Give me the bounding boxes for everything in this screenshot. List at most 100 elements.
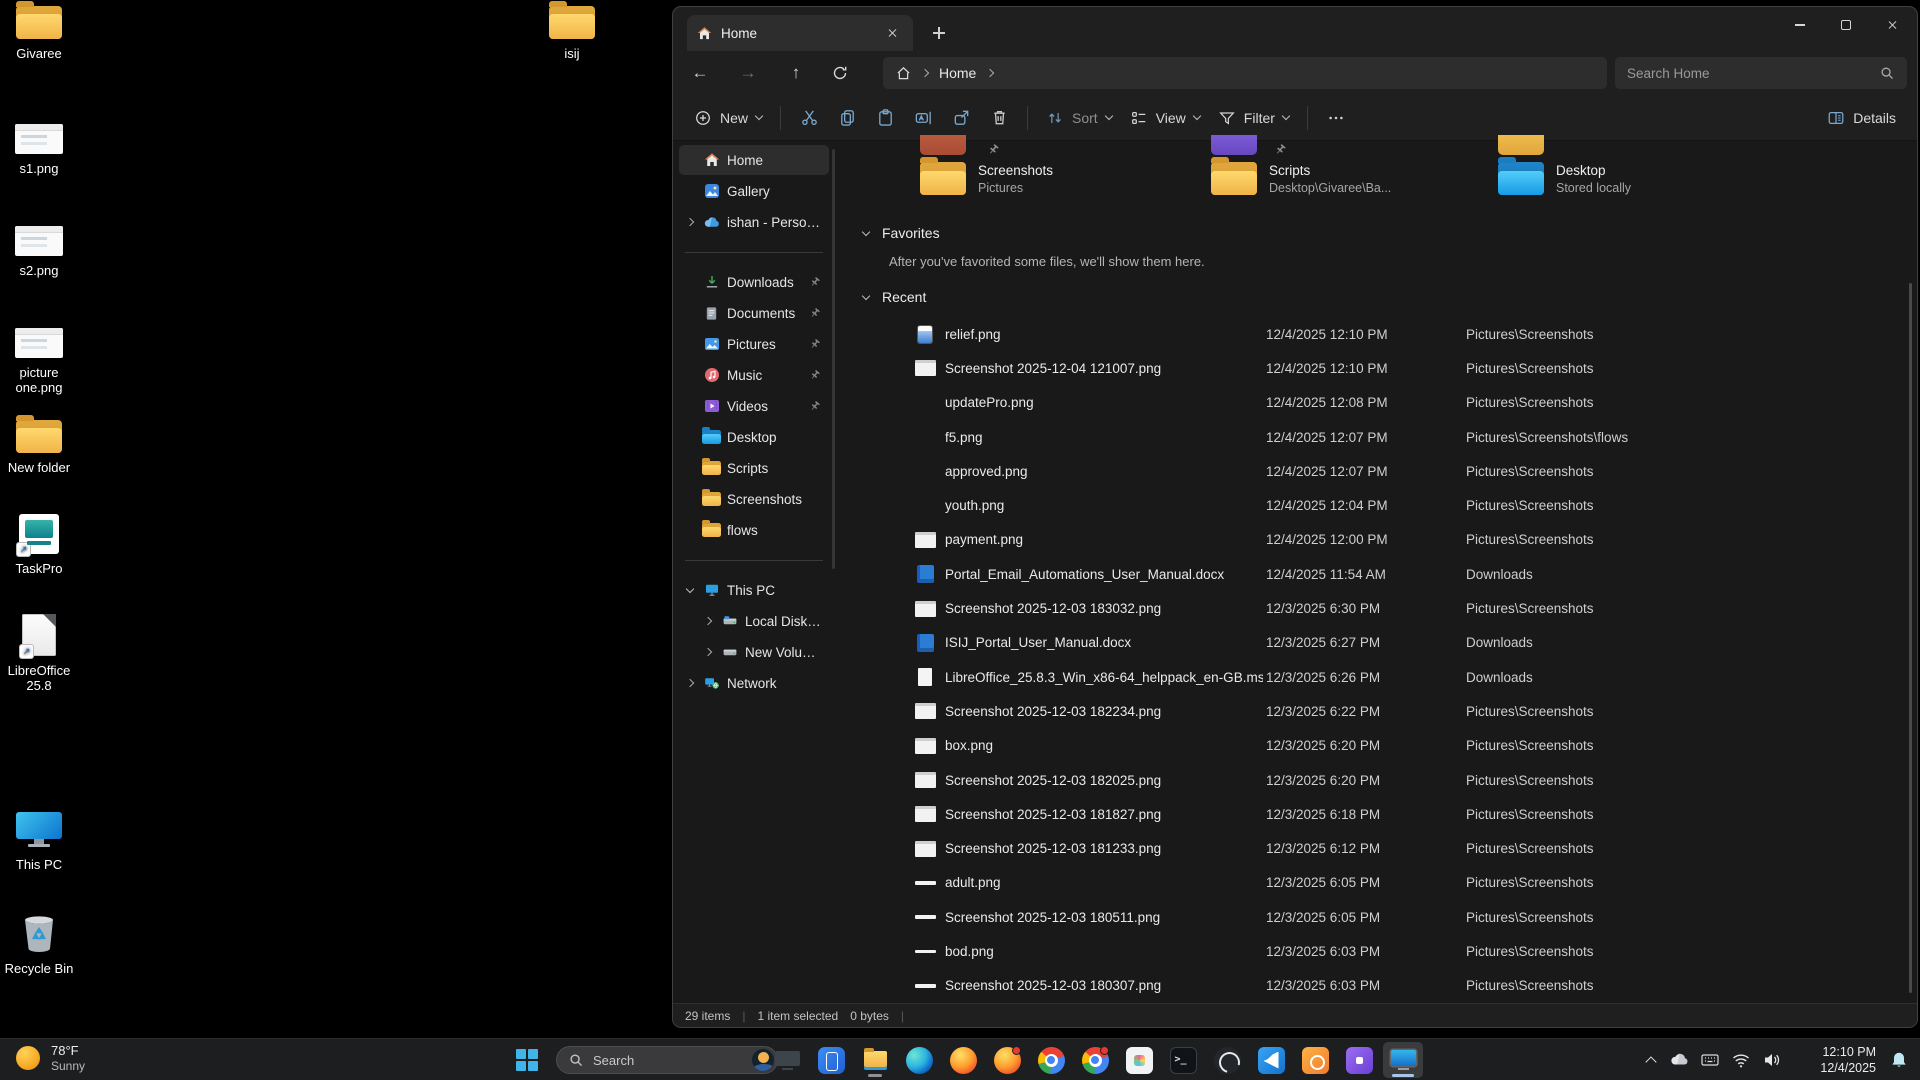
quick-access-tile-scripts[interactable]: Scripts Desktop\Givaree\Ba... [1211, 162, 1491, 195]
taskbar-app-purple[interactable] [1339, 1042, 1379, 1078]
file-row[interactable]: Portal_Email_Automations_User_Manual.doc… [835, 557, 1917, 591]
taskbar-app-terminal[interactable] [1163, 1042, 1203, 1078]
volume-icon[interactable] [1756, 1042, 1788, 1078]
file-row[interactable]: Screenshot 2025-12-03 180307.png 12/3/20… [835, 969, 1917, 1003]
sidebar-item-pictures[interactable]: Pictures [679, 329, 829, 359]
details-pane-button[interactable]: Details [1818, 103, 1905, 133]
taskbar-app-edge[interactable] [899, 1042, 939, 1078]
taskbar-app-orange[interactable] [1295, 1042, 1335, 1078]
sidebar-item-downloads[interactable]: Downloads [679, 267, 829, 297]
desktop-icon-isij[interactable]: isij [533, 6, 611, 61]
address-bar[interactable]: Home [883, 57, 1607, 89]
more-options-button[interactable] [1317, 101, 1355, 135]
desktop-icon-this-pc[interactable]: This PC [0, 812, 78, 872]
sidebar-item-local-disk-c[interactable]: Local Disk (C:) [697, 606, 829, 636]
file-row[interactable]: Screenshot 2025-12-03 180511.png 12/3/20… [835, 900, 1917, 934]
sidebar-item-home[interactable]: Home [679, 145, 829, 175]
desktop-icon-picture-one[interactable]: picture one.png [0, 328, 78, 396]
sidebar-item-flows[interactable]: flows [679, 515, 829, 545]
desktop-icon-taskpro[interactable]: TaskPro [0, 514, 78, 576]
weather-widget[interactable]: 78°F Sunny [16, 1043, 85, 1073]
taskbar-app-file-explorer[interactable] [855, 1042, 895, 1078]
file-row[interactable]: ISIJ_Portal_User_Manual.docx 12/3/2025 6… [835, 626, 1917, 660]
onedrive-tray-icon[interactable] [1664, 1042, 1694, 1078]
taskbar-search[interactable]: Search [556, 1046, 778, 1074]
pinned-folder-partial[interactable] [920, 135, 966, 155]
close-button[interactable] [1869, 7, 1915, 43]
touch-keyboard-icon[interactable] [1694, 1042, 1726, 1078]
file-row[interactable]: Screenshot 2025-12-03 182234.png 12/3/20… [835, 694, 1917, 728]
tab-close-icon[interactable] [881, 22, 903, 44]
start-button[interactable] [506, 1042, 548, 1078]
file-row[interactable]: LibreOffice_25.8.3_Win_x86-64_helppack_e… [835, 660, 1917, 694]
new-tab-button[interactable] [927, 21, 951, 45]
minimize-button[interactable] [1777, 7, 1823, 43]
titlebar[interactable]: Home [673, 7, 1917, 51]
file-row[interactable]: adult.png 12/3/2025 6:05 PM Pictures\Scr… [835, 866, 1917, 900]
content-scrollbar[interactable] [1909, 283, 1912, 993]
filter-button[interactable]: Filter [1209, 103, 1298, 133]
file-row[interactable]: Screenshot 2025-12-03 181233.png 12/3/20… [835, 831, 1917, 865]
file-row[interactable]: relief.png 12/4/2025 12:10 PM Pictures\S… [835, 317, 1917, 351]
file-row[interactable]: Screenshot 2025-12-03 181827.png 12/3/20… [835, 797, 1917, 831]
file-row[interactable]: Screenshot 2025-12-03 182025.png 12/3/20… [835, 763, 1917, 797]
file-row[interactable]: f5.png 12/4/2025 12:07 PM Pictures\Scree… [835, 420, 1917, 454]
desktop-icon-givaree[interactable]: Givaree [0, 6, 78, 61]
file-row[interactable]: youth.png 12/4/2025 12:04 PM Pictures\Sc… [835, 488, 1917, 522]
pinned-folder-partial[interactable] [1211, 135, 1257, 155]
search-box[interactable] [1615, 57, 1907, 89]
taskbar-app-photos[interactable] [1119, 1042, 1159, 1078]
wifi-icon[interactable] [1726, 1042, 1756, 1078]
refresh-button[interactable] [825, 58, 855, 88]
sidebar-item-gallery[interactable]: Gallery [679, 176, 829, 206]
copy-button[interactable] [828, 101, 866, 135]
search-icon[interactable] [1880, 66, 1895, 81]
breadcrumb-home-icon[interactable] [896, 66, 911, 81]
sidebar-item-new-volume-d[interactable]: New Volume (D:) [697, 637, 829, 667]
new-button[interactable]: New [685, 103, 771, 133]
desktop-icon-recycle-bin[interactable]: Recycle Bin [0, 912, 78, 976]
taskbar-app-display[interactable] [767, 1042, 807, 1078]
taskbar-clock[interactable]: 12:10 PM 12/4/2025 [1798, 1044, 1876, 1077]
sidebar-item-desktop[interactable]: Desktop [679, 422, 829, 452]
taskbar-app-chrome[interactable] [1031, 1042, 1071, 1078]
quick-access-tile-desktop[interactable]: Desktop Stored locally [1498, 162, 1778, 195]
forward-button[interactable]: → [733, 58, 763, 88]
notification-bell-icon[interactable] [1884, 1042, 1914, 1078]
rename-button[interactable] [904, 101, 942, 135]
file-row[interactable]: Screenshot 2025-12-04 121007.png 12/4/20… [835, 351, 1917, 385]
taskbar-app-obs[interactable] [1207, 1042, 1247, 1078]
view-button[interactable]: View [1121, 103, 1209, 133]
favorites-section-header[interactable]: Favorites [863, 225, 940, 241]
sidebar-item-network[interactable]: Network [679, 668, 829, 698]
file-row[interactable]: bod.png 12/3/2025 6:03 PM Pictures\Scree… [835, 934, 1917, 968]
sidebar-item-videos[interactable]: Videos [679, 391, 829, 421]
desktop-icon-new-folder[interactable]: New folder [0, 420, 78, 475]
paste-button[interactable] [866, 101, 904, 135]
desktop-icon-s2[interactable]: s2.png [0, 226, 78, 278]
taskbar-app-firefox-2[interactable] [987, 1042, 1027, 1078]
file-row[interactable]: approved.png 12/4/2025 12:07 PM Pictures… [835, 454, 1917, 488]
delete-button[interactable] [980, 101, 1018, 135]
explorer-tab-home[interactable]: Home [687, 15, 913, 51]
desktop-icon-libreoffice[interactable]: LibreOffice 25.8 [0, 614, 78, 694]
back-button[interactable]: ← [685, 58, 715, 88]
breadcrumb-chevron-icon[interactable] [986, 69, 994, 77]
share-button[interactable] [942, 101, 980, 135]
recent-section-header[interactable]: Recent [863, 289, 926, 305]
taskbar-app-display-active[interactable] [1383, 1042, 1423, 1078]
file-row[interactable]: updatePro.png 12/4/2025 12:08 PM Picture… [835, 386, 1917, 420]
desktop-icon-s1[interactable]: s1.png [0, 124, 78, 176]
sort-button[interactable]: Sort [1037, 103, 1121, 133]
taskbar-app-chrome-2[interactable] [1075, 1042, 1115, 1078]
sidebar-item-documents[interactable]: Documents [679, 298, 829, 328]
file-row[interactable]: payment.png 12/4/2025 12:00 PM Pictures\… [835, 523, 1917, 557]
search-input[interactable] [1627, 66, 1880, 81]
sidebar-item-onedrive-personal[interactable]: ishan - Personal [679, 207, 829, 237]
breadcrumb-home[interactable]: Home [939, 65, 976, 81]
quick-access-tile-screenshots[interactable]: Screenshots Pictures [920, 162, 1200, 195]
hidden-icons-button[interactable] [1638, 1042, 1664, 1078]
file-row[interactable]: Screenshot 2025-12-03 183032.png 12/3/20… [835, 591, 1917, 625]
sidebar-item-scripts[interactable]: Scripts [679, 453, 829, 483]
cut-button[interactable] [790, 101, 828, 135]
